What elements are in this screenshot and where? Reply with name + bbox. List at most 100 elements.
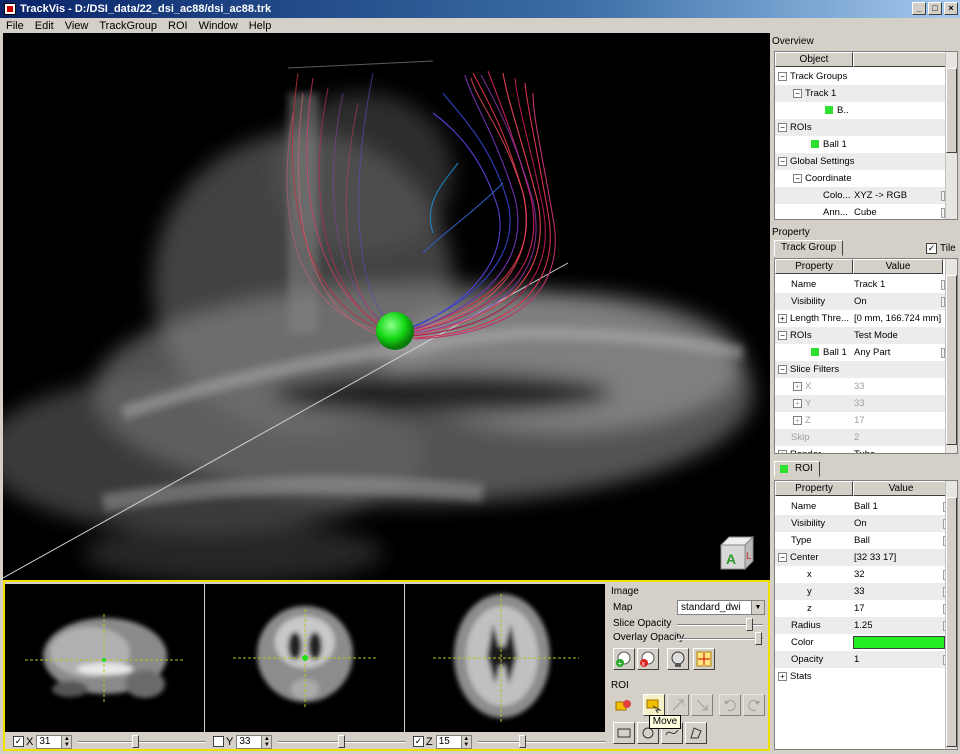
roi-row-type[interactable]: Type Ball [775,532,949,549]
tree-item-ball-1[interactable]: Ball 1 [775,136,947,153]
minimize-button[interactable]: _ [912,2,926,15]
prop-row-name[interactable]: Name Track 1 [775,276,947,293]
scale-roi-button[interactable] [667,694,689,716]
crosshair-button[interactable] [693,648,715,670]
draw-polygon-button[interactable] [685,722,707,744]
head-add-icon: + [616,651,631,668]
property-column-header[interactable]: Property [775,259,853,274]
tree-item-track-1[interactable]: − Track 1 [775,85,947,102]
right-panel: Overview Object − Track Groups − Track 1 B… [770,33,960,754]
slice-opacity-thumb[interactable] [746,618,754,631]
menu-help[interactable]: Help [249,20,272,32]
tree-item-global-settings[interactable]: − Global Settings [775,153,947,170]
menu-trackgroup[interactable]: TrackGroup [99,20,157,32]
prop-row-render[interactable]: +RenderTube [775,446,947,453]
roi-row-z[interactable]: z 17 [775,600,949,617]
prop-row-filter-y[interactable]: + Y 33 [775,395,947,412]
undo-button[interactable] [719,694,741,716]
prop-row-slice-filters[interactable]: − Slice Filters [775,361,947,378]
tab-roi[interactable]: ROI [774,461,820,477]
axial-view[interactable] [405,584,605,732]
roi-row-color[interactable]: Color [775,634,949,651]
slice-y-label: Y [226,735,234,748]
menu-window[interactable]: Window [199,20,238,32]
slice-x-slider-thumb[interactable] [131,734,139,748]
3d-viewport[interactable]: A L [3,33,770,580]
move-roi-button[interactable] [643,694,665,716]
roi-row-y[interactable]: y 33 [775,583,949,600]
overview-scrollbar[interactable] [945,52,957,219]
slice-y-checkbox[interactable] [213,736,224,747]
slice-y-slider[interactable] [278,734,406,748]
roi-color-swatch[interactable] [853,636,945,649]
menu-edit[interactable]: Edit [35,20,54,32]
roi-row-stats[interactable]: + Stats [775,668,949,685]
roi-row-opacity[interactable]: Opacity 1 [775,651,949,668]
overview-tree[interactable]: Object − Track Groups − Track 1 B.. − ROIs … [774,51,958,220]
tree-item-coordinate[interactable]: − Coordinate [775,170,947,187]
sagittal-view[interactable] [5,584,204,732]
tile-checkbox[interactable]: ✓ [926,243,937,254]
prop-row-visibility[interactable]: Visibility On [775,293,947,310]
roi-row-center[interactable]: − Center [32 33 17] [775,549,949,566]
tab-track-group[interactable]: Track Group [774,240,844,256]
tree-item-track-groups[interactable]: − Track Groups [775,68,947,85]
prop-row-skip[interactable]: Skip 2 [775,429,947,446]
tree-item-track-child[interactable]: B.. [775,102,947,119]
menu-roi[interactable]: ROI [168,20,188,32]
svg-text:x: x [642,661,646,668]
slice-z-slider[interactable] [477,734,606,748]
prop-row-filter-z[interactable]: + Z 17 [775,412,947,429]
roi-new-button[interactable] [613,694,635,716]
roi-ball[interactable] [376,312,414,350]
slice-opacity-slider[interactable] [677,618,763,631]
roi-row-name[interactable]: Name Ball 1 [775,498,949,515]
prop-row-rois[interactable]: − ROIs Test Mode [775,327,947,344]
slice-x-checkbox[interactable]: ✓ [13,736,24,747]
value-column-header[interactable]: Value [853,259,943,274]
close-button[interactable]: × [944,2,958,15]
slice-x-label: X [26,735,34,748]
prop-row-ball-1[interactable]: Ball 1 Any Part [775,344,947,361]
roi-row-visibility[interactable]: Visibility On [775,515,949,532]
tree-item-annotation-setting[interactable]: Ann... Cube [775,204,947,219]
roi-value-column-header[interactable]: Value [853,481,949,496]
head-view-button[interactable] [667,648,689,670]
slice-z-slider-thumb[interactable] [518,734,526,748]
remove-image-button[interactable]: x [637,648,659,670]
slice-y-slider-thumb[interactable] [338,734,346,748]
roi-property-tree[interactable]: Property Value Name Ball 1 Visibility On T… [774,480,958,750]
slice-y-spinbox[interactable]: 33 ▲ ▼ [236,734,273,749]
chevron-down-icon[interactable]: ▼ [751,601,764,614]
redo-button[interactable] [743,694,765,716]
overview-column-header-blank[interactable] [853,52,947,67]
orientation-cube[interactable]: A L [719,535,755,571]
menu-view[interactable]: View [65,20,89,32]
slice-z-spinbox[interactable]: 15 ▲ ▼ [435,734,472,749]
add-image-button[interactable]: + [613,648,635,670]
slice-x-spinbox[interactable]: 31 ▲ ▼ [36,734,73,749]
map-select[interactable]: standard_dwi ▼ [677,600,765,615]
roi-row-x[interactable]: x 32 [775,566,949,583]
collapse-icon: − [778,71,787,81]
overlay-opacity-slider[interactable] [677,632,763,645]
rotate-roi-button[interactable] [691,694,713,716]
roi-scrollbar[interactable] [945,481,957,749]
prop-row-filter-x[interactable]: + X 33 [775,378,947,395]
property-scrollbar[interactable] [945,259,957,453]
menu-file[interactable]: File [6,20,24,32]
tree-item-rois[interactable]: − ROIs [775,119,947,136]
slice-x-slider[interactable] [78,734,206,748]
maximize-button[interactable]: □ [928,2,942,15]
overlay-opacity-thumb[interactable] [754,632,762,645]
draw-rectangle-button[interactable] [613,722,635,744]
tree-item-color-setting[interactable]: Colo... XYZ -> RGB [775,187,947,204]
roi-property-column-header[interactable]: Property [775,481,853,496]
prop-row-length-threshold[interactable]: + Length Thre... [0 mm, 166.724 mm] [775,310,947,327]
cube-label-a: A [726,551,736,567]
object-column-header[interactable]: Object [775,52,853,67]
coronal-view[interactable] [205,584,404,732]
roi-row-radius[interactable]: Radius 1.25 [775,617,949,634]
property-tree[interactable]: Property Value Name Track 1 Visibility On … [774,258,958,454]
slice-z-checkbox[interactable]: ✓ [413,736,424,747]
